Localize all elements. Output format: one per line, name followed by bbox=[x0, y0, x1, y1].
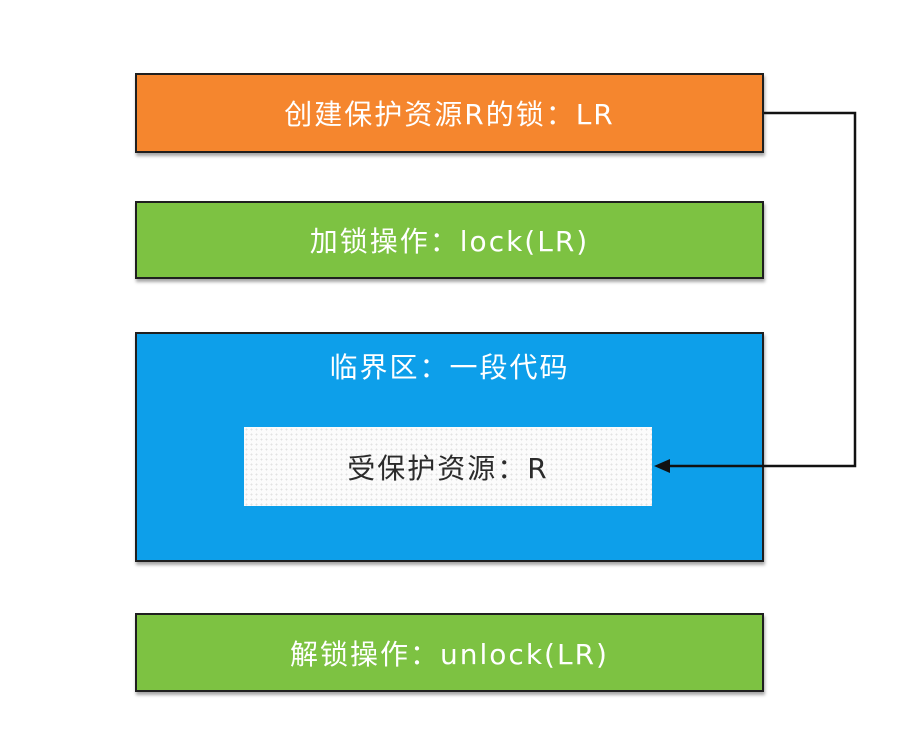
unlock-operation-label: 解锁操作：unlock(LR) bbox=[290, 637, 609, 671]
lock-operation-box: 加锁操作：lock(LR) bbox=[135, 201, 764, 279]
create-lock-box: 创建保护资源R的锁：LR bbox=[135, 73, 764, 153]
lock-operation-label: 加锁操作：lock(LR) bbox=[309, 225, 590, 258]
create-lock-label: 创建保护资源R的锁：LR bbox=[284, 98, 615, 131]
protected-resource-box: 受保护资源：R bbox=[244, 427, 652, 506]
unlock-operation-box: 解锁操作：unlock(LR) bbox=[135, 613, 764, 692]
protected-resource-label: 受保护资源：R bbox=[347, 451, 549, 485]
critical-section-label: 临界区：一段代码 bbox=[329, 351, 570, 384]
